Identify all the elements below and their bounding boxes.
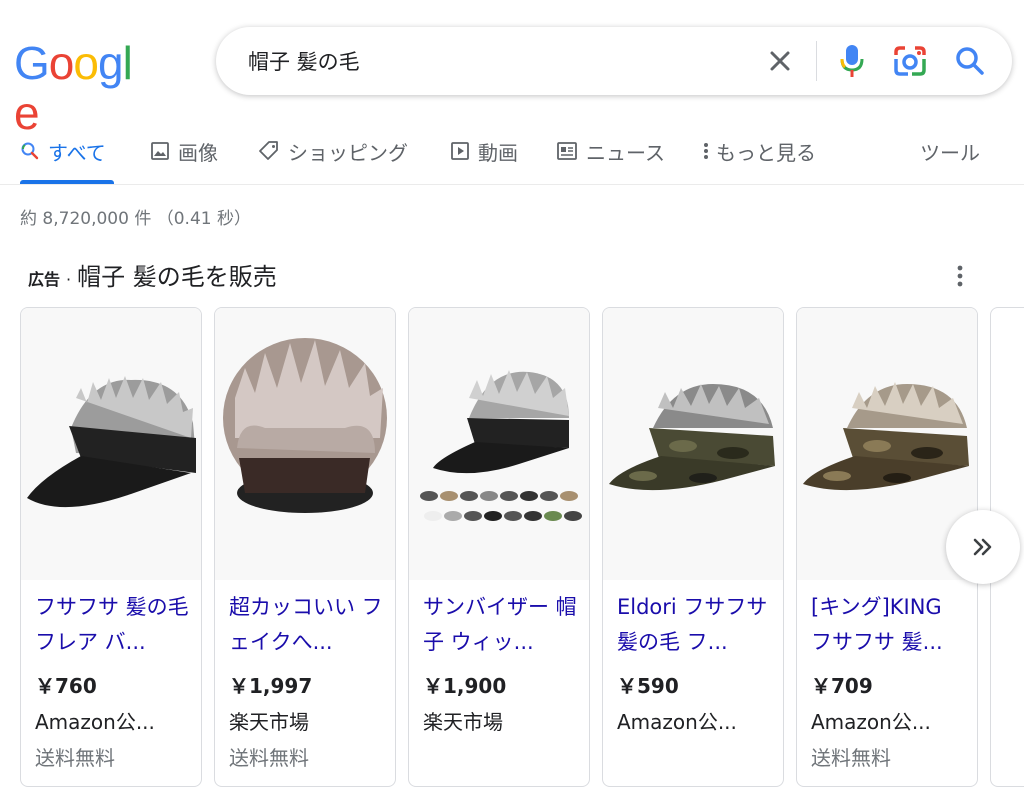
ads-options-button[interactable] <box>948 262 972 290</box>
product-store: Amazon公... <box>811 710 931 734</box>
search-input[interactable]: 帽子 髪の毛 <box>248 46 360 76</box>
logo-letter: o <box>48 37 75 89</box>
tab-news[interactable]: ニュース <box>556 136 665 166</box>
ad-label: 広告 <box>28 270 61 289</box>
product-title[interactable]: Eldori フサフサ 髪の毛 フ... <box>617 590 773 662</box>
search-icon <box>21 142 39 160</box>
logo-letter: g <box>97 37 124 89</box>
product-shipping: 送料無料 <box>811 746 891 770</box>
play-icon <box>451 142 469 160</box>
product-store: Amazon公... <box>35 710 155 734</box>
product-image[interactable] <box>409 308 589 580</box>
product-image[interactable] <box>215 308 395 580</box>
image-icon <box>151 142 169 160</box>
more-vert-icon <box>957 265 963 287</box>
close-icon <box>770 51 790 71</box>
tab-all[interactable]: すべて <box>20 136 106 166</box>
search-icon <box>956 47 984 75</box>
product-card[interactable]: 超カッコいい フェイクへ... ￥1,997 楽天市場 送料無料 <box>214 307 396 787</box>
search-box[interactable]: 帽子 髪の毛 <box>216 27 1012 95</box>
logo-letter: l <box>122 37 133 89</box>
tab-label: ツール <box>920 140 980 165</box>
lens-button[interactable] <box>892 43 928 79</box>
product-price: ￥1,900 <box>423 674 507 698</box>
ad-separator: · <box>66 270 72 289</box>
product-title[interactable]: [キング]KING フサフサ 髪... <box>811 590 967 662</box>
mic-icon <box>840 45 864 77</box>
product-card[interactable]: Eldori フサフサ 髪の毛 フ... ￥590 Amazon公... <box>602 307 784 787</box>
tools-button[interactable]: ツール <box>920 136 980 166</box>
search-button[interactable] <box>952 43 988 79</box>
ads-title: 帽子 髪の毛を販売 <box>77 263 277 291</box>
search-tabs: すべて 画像 ショッピング 動画 ニュース もっと見る ツール <box>0 126 1024 184</box>
tab-label: すべて <box>48 140 106 165</box>
product-shipping: 送料無料 <box>229 746 309 770</box>
product-title[interactable]: フサフサ 髪の毛 フレア バ... <box>35 590 191 662</box>
tabs-divider <box>0 184 1024 185</box>
tab-shopping[interactable]: ショッピング <box>258 136 408 166</box>
more-vert-icon <box>704 143 708 159</box>
camera-icon <box>894 46 926 76</box>
product-title[interactable]: 超カッコいい フェイクへ... <box>229 590 385 662</box>
product-store: 楽天市場 <box>229 710 309 734</box>
product-image[interactable] <box>603 308 783 580</box>
tab-label: ニュース <box>586 140 665 165</box>
product-price: ￥709 <box>811 674 873 698</box>
tab-images[interactable]: 画像 <box>150 136 218 166</box>
tab-label: 動画 <box>478 140 518 165</box>
product-card[interactable]: フサフサ 髪の毛 フレア バ... ￥760 Amazon公... 送料無料 <box>20 307 202 787</box>
product-title[interactable]: サンバイザー 帽子 ウィッ... <box>423 590 579 662</box>
carousel-next-button[interactable] <box>946 510 1020 584</box>
product-price: ￥590 <box>617 674 679 698</box>
product-shipping: 送料無料 <box>35 746 115 770</box>
product-card[interactable]: サンバイザー 帽子 ウィッ... ￥1,900 楽天市場 <box>408 307 590 787</box>
tab-label: ショッピング <box>288 140 408 165</box>
google-logo[interactable]: Google <box>14 37 150 138</box>
product-store: 楽天市場 <box>423 710 503 734</box>
search-divider <box>816 41 817 81</box>
product-price: ￥1,997 <box>229 674 313 698</box>
news-icon <box>557 142 577 160</box>
result-stats: 約 8,720,000 件 （0.41 秒） <box>20 209 251 229</box>
tag-icon <box>259 141 278 160</box>
product-store: Amazon公... <box>617 710 737 734</box>
tab-label: もっと見る <box>716 140 816 165</box>
tab-videos[interactable]: 動画 <box>450 136 518 166</box>
clear-button[interactable] <box>764 45 796 77</box>
tab-more[interactable]: もっと見る <box>702 136 816 166</box>
logo-letter: o <box>73 37 99 89</box>
ads-header: 広告 · 帽子 髪の毛を販売 <box>28 257 277 292</box>
product-image[interactable] <box>21 308 201 580</box>
tab-label: 画像 <box>178 140 218 165</box>
product-price: ￥760 <box>35 674 97 698</box>
double-chevron-right-icon <box>973 538 992 556</box>
logo-letter: G <box>14 37 50 89</box>
voice-search-button[interactable] <box>836 43 868 79</box>
